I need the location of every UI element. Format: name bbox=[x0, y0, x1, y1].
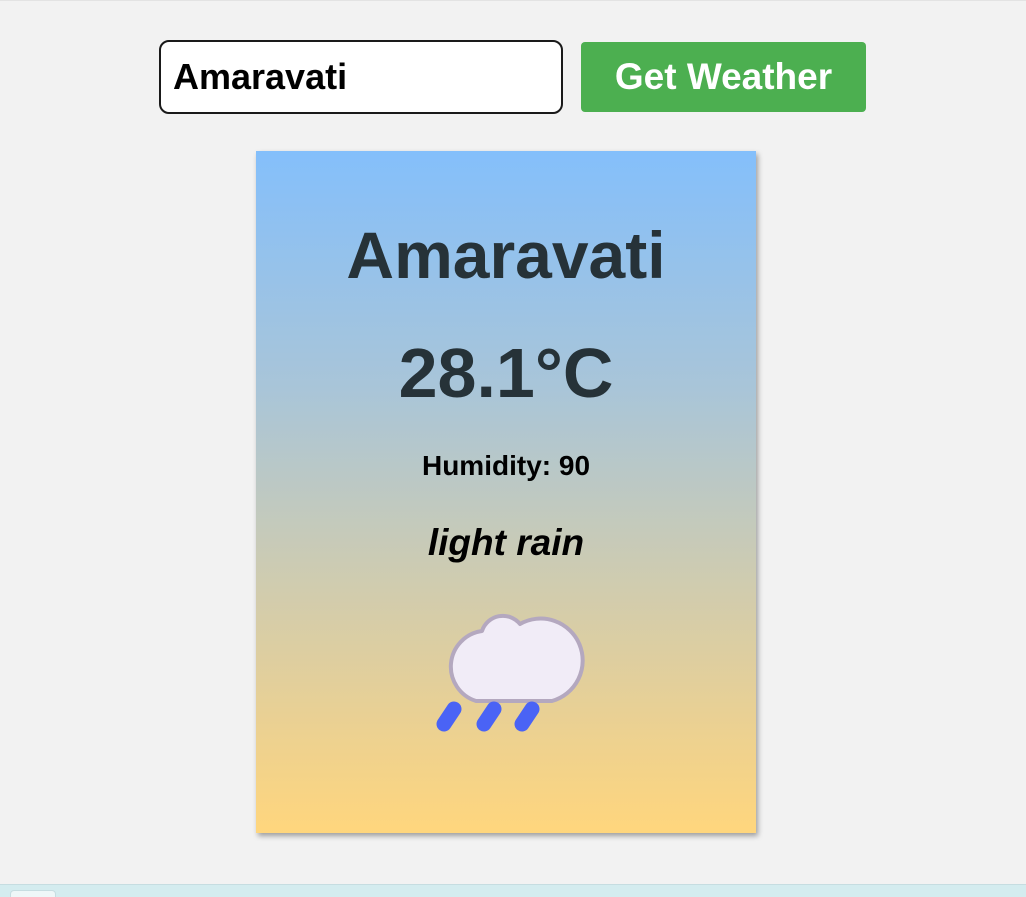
city-name: Amaravati bbox=[346, 218, 666, 292]
raindrop-1 bbox=[436, 701, 462, 732]
temperature: 28.1°C bbox=[398, 334, 614, 412]
weather-description: light rain bbox=[427, 522, 585, 563]
get-weather-button[interactable]: Get Weather bbox=[581, 42, 866, 112]
humidity: Humidity: 90 bbox=[421, 450, 591, 481]
raindrop-3 bbox=[514, 701, 540, 732]
city-search-input[interactable] bbox=[159, 40, 563, 114]
bottom-bar bbox=[0, 884, 1026, 897]
top-border bbox=[0, 0, 1026, 1]
cloud-shape bbox=[448, 613, 585, 703]
rain-cloud-icon bbox=[424, 597, 590, 745]
weather-card: Amaravati 28.1°C Humidity: 90 light rain bbox=[256, 151, 756, 833]
bottom-tab[interactable] bbox=[10, 890, 56, 897]
weather-app: Get Weather Amaravati 28.1°C Humidity: 9… bbox=[0, 0, 1026, 897]
raindrop-2 bbox=[476, 701, 502, 732]
